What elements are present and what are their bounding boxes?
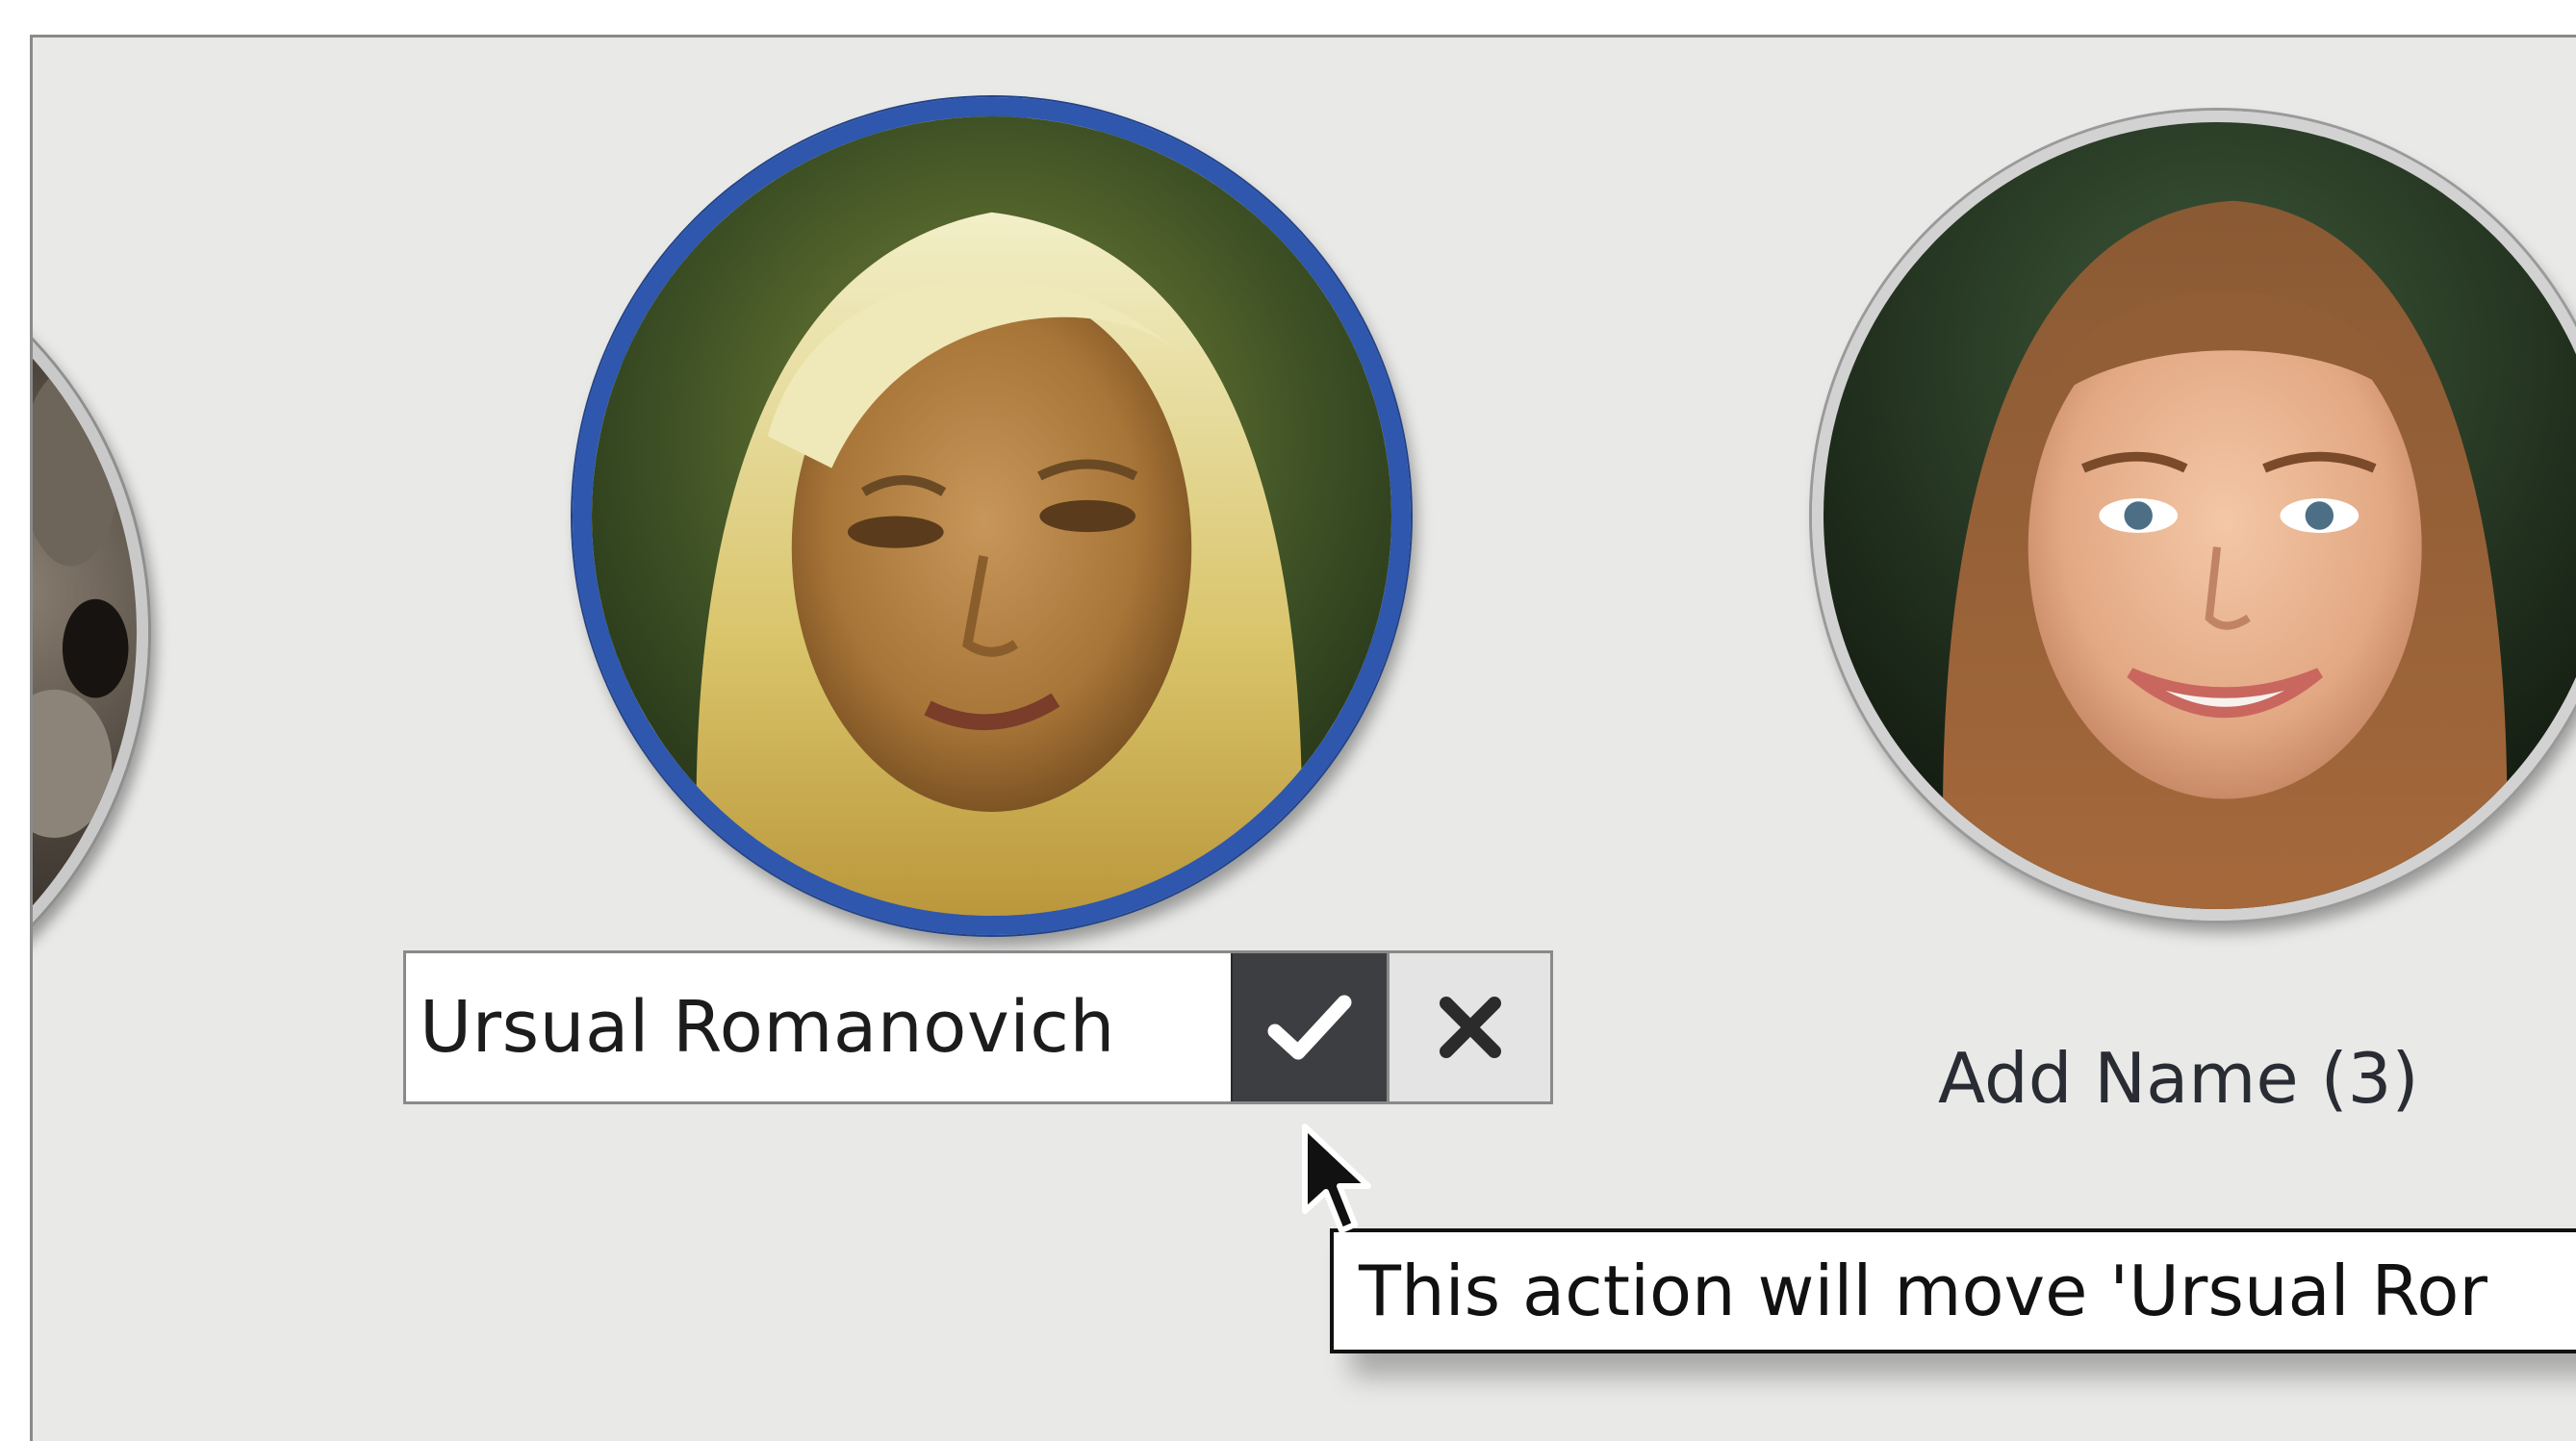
people-faces-panel: Add Name (3) This action will move 'Ursu… — [30, 35, 2576, 1441]
add-name-label[interactable]: Add Name (3) — [1938, 1038, 2419, 1119]
confirm-name-button[interactable] — [1231, 953, 1390, 1101]
close-icon — [1439, 997, 1501, 1058]
face-photo — [33, 220, 137, 1044]
mouse-pointer-icon — [1302, 1124, 1371, 1233]
face-photo — [592, 116, 1391, 916]
name-editor — [403, 950, 1553, 1104]
screenshot-stage: Add Name (3) This action will move 'Ursu… — [0, 0, 2576, 1441]
face-thumbnail-selected[interactable] — [573, 97, 1411, 935]
face-thumbnail-partial[interactable] — [33, 209, 148, 1055]
cancel-name-button[interactable] — [1390, 953, 1550, 1101]
checkmark-icon — [1267, 995, 1352, 1060]
face-photo — [1824, 122, 2576, 909]
name-input[interactable] — [406, 953, 1231, 1101]
tooltip: This action will move 'Ursual Ror — [1330, 1228, 2576, 1353]
face-thumbnail-unnamed[interactable] — [1812, 111, 2576, 921]
tooltip-text: This action will move 'Ursual Ror — [1359, 1251, 2487, 1331]
